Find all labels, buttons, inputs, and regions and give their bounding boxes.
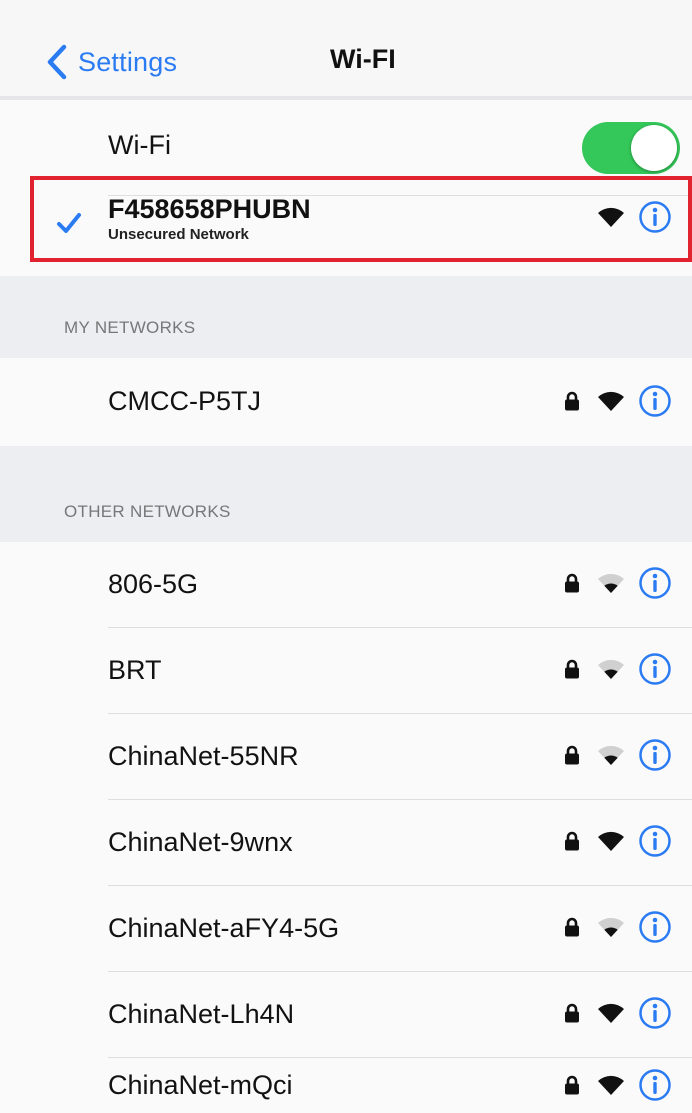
wifi-signal-icon	[596, 205, 626, 229]
network-icons	[564, 1068, 672, 1102]
network-name: ChinaNet-55NR	[108, 741, 299, 771]
lock-icon	[564, 916, 580, 938]
other-networks-section-header: OTHER NETWORKS	[0, 446, 692, 542]
network-icons	[564, 566, 672, 600]
network-name: ChinaNet-9wnx	[108, 827, 293, 857]
wifi-signal-icon	[596, 743, 626, 767]
lock-icon	[564, 1074, 580, 1096]
network-icons	[564, 910, 672, 944]
network-icons	[564, 652, 672, 686]
lock-icon	[564, 390, 580, 412]
wifi-signal-icon	[596, 571, 626, 595]
connected-network-name: F458658PHUBN	[108, 194, 311, 224]
network-row-brt[interactable]: BRT	[0, 628, 692, 714]
network-row-chinanet-mqci[interactable]: ChinaNet-mQci	[0, 1058, 692, 1113]
info-icon[interactable]	[638, 1068, 672, 1102]
back-button-label: Settings	[78, 46, 178, 77]
network-name: ChinaNet-mQci	[108, 1070, 293, 1100]
network-icons	[564, 996, 672, 1030]
network-icons	[564, 738, 672, 772]
my-networks-section-header: MY NETWORKS	[0, 276, 692, 358]
wifi-signal-icon	[596, 1001, 626, 1025]
lock-icon	[564, 572, 580, 594]
info-icon[interactable]	[638, 910, 672, 944]
network-row-chinanet-55nr[interactable]: ChinaNet-55NR	[0, 714, 692, 800]
page-title: Wi-FI	[330, 44, 396, 74]
toggle-knob	[631, 125, 677, 171]
network-row-806-5g[interactable]: 806-5G	[0, 542, 692, 628]
back-button[interactable]: Settings	[46, 42, 177, 82]
network-icons	[564, 824, 672, 858]
lock-icon	[564, 1002, 580, 1024]
connected-network-icons	[596, 200, 672, 234]
other-networks-header: OTHER NETWORKS	[64, 502, 231, 521]
network-name: BRT	[108, 655, 162, 685]
network-row-chinanet-afy4-5g[interactable]: ChinaNet-aFY4-5G	[0, 886, 692, 972]
info-icon[interactable]	[638, 996, 672, 1030]
connected-network-row[interactable]	[0, 196, 692, 276]
info-icon[interactable]	[638, 566, 672, 600]
lock-icon	[564, 658, 580, 680]
info-icon[interactable]	[638, 824, 672, 858]
wifi-toggle[interactable]	[582, 122, 680, 174]
wifi-signal-icon	[596, 1073, 626, 1097]
wifi-signal-icon	[596, 829, 626, 853]
wifi-signal-icon	[596, 915, 626, 939]
network-name: CMCC-P5TJ	[108, 386, 261, 416]
info-icon[interactable]	[638, 384, 672, 418]
info-icon[interactable]	[638, 200, 672, 234]
wifi-signal-icon	[596, 657, 626, 681]
wifi-settings-screen: Settings Wi-FI Wi-Fi F458658PHUBN Unsecu…	[0, 0, 692, 1113]
chevron-left-icon	[46, 42, 72, 82]
network-name: 806-5G	[108, 569, 199, 599]
info-icon[interactable]	[638, 738, 672, 772]
checkmark-icon	[57, 213, 81, 233]
lock-icon	[564, 744, 580, 766]
network-icons	[564, 384, 672, 418]
info-icon[interactable]	[638, 652, 672, 686]
network-name: ChinaNet-aFY4-5G	[108, 913, 340, 943]
connected-network-status: Unsecured Network	[108, 226, 249, 243]
network-row-chinanet-lh4n[interactable]: ChinaNet-Lh4N	[0, 972, 692, 1058]
wifi-toggle-row: Wi-Fi	[0, 100, 692, 196]
network-name: ChinaNet-Lh4N	[108, 999, 295, 1029]
network-row-cmcc-p5tj[interactable]: CMCC-P5TJ	[0, 358, 692, 446]
wifi-toggle-label: Wi-Fi	[108, 130, 171, 160]
my-networks-header: MY NETWORKS	[64, 318, 196, 337]
navigation-bar: Settings Wi-FI	[0, 0, 692, 100]
network-row-chinanet-9wnx[interactable]: ChinaNet-9wnx	[0, 800, 692, 886]
wifi-signal-icon	[596, 389, 626, 413]
lock-icon	[564, 830, 580, 852]
